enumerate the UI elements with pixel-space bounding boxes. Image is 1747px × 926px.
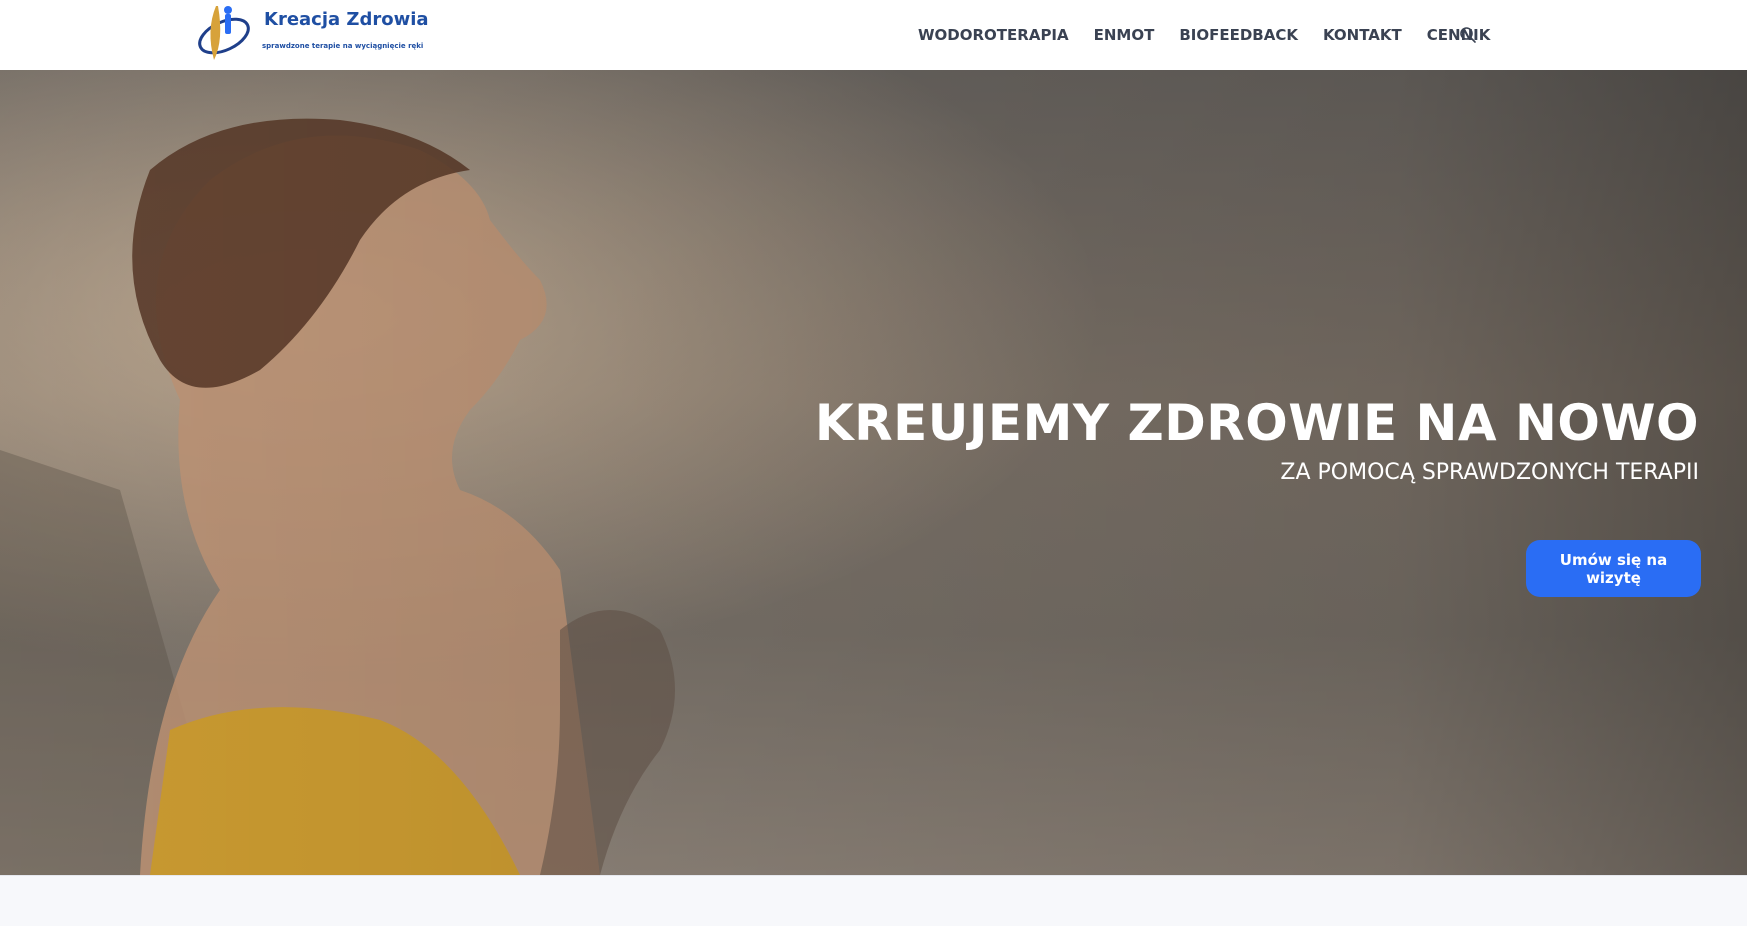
logo-title: Kreacja Zdrowia [264,9,429,30]
logo-tagline: sprawdzone terapie na wyciągnięcie ręki [262,42,424,50]
nav-item-biofeedback[interactable]: BIOFEEDBACK [1179,24,1298,46]
search-icon [1460,27,1476,43]
search-button[interactable] [1459,26,1477,44]
nav-item-enmot[interactable]: ENMOT [1094,24,1155,46]
book-visit-button[interactable]: Umów się na wizytę [1526,540,1701,597]
next-section [0,875,1747,926]
hero-section: KREUJEMY ZDROWIE NA NOWO ZA POMOCĄ SPRAW… [0,70,1747,875]
logo-emblem-icon [198,6,250,60]
hero-subtitle: ZA POMOCĄ SPRAWDZONYCH TERAPII [1280,460,1699,485]
site-logo[interactable]: Kreacja Zdrowia sprawdzone terapie na wy… [194,0,429,66]
nav-item-wodoroterapia[interactable]: WODOROTERAPIA [918,24,1069,46]
nav-item-kontakt[interactable]: KONTAKT [1323,24,1402,46]
main-nav: WODOROTERAPIA ENMOT BIOFEEDBACK KONTAKT … [918,24,1515,46]
site-header: Kreacja Zdrowia sprawdzone terapie na wy… [0,0,1747,70]
hero-title: KREUJEMY ZDROWIE NA NOWO [814,393,1699,452]
